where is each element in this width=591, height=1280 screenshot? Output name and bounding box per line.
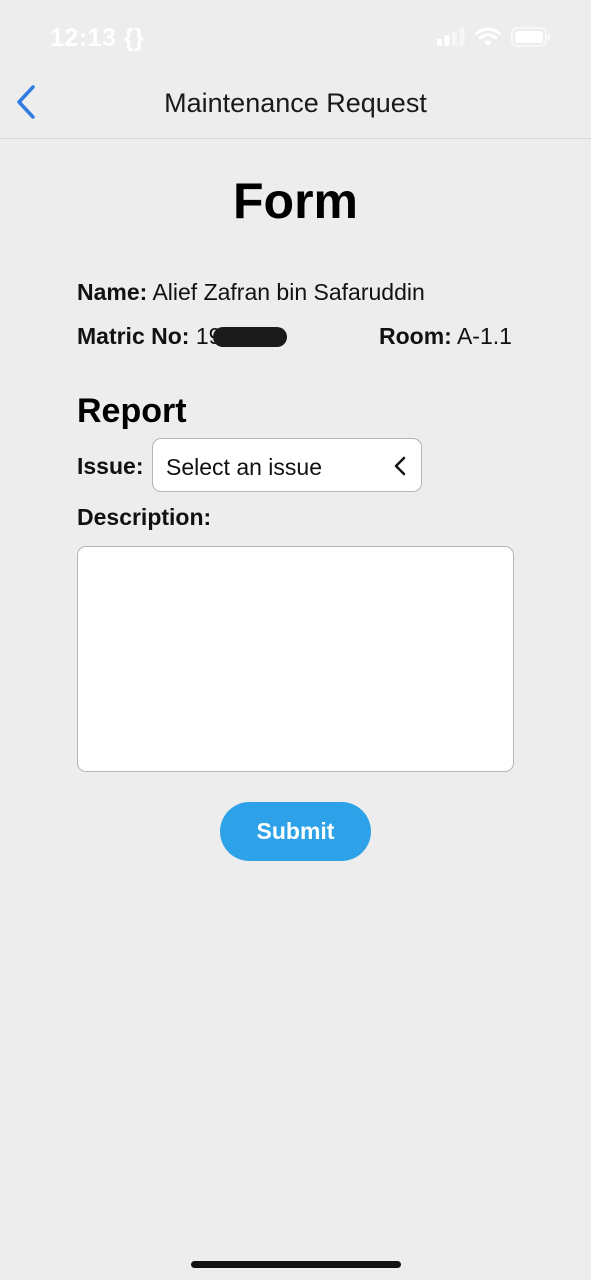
chevron-left-icon bbox=[391, 455, 409, 477]
nav-bar: Maintenance Request bbox=[0, 70, 591, 139]
name-label: Name: bbox=[77, 279, 148, 305]
submit-button[interactable]: Submit bbox=[220, 802, 371, 861]
issue-select[interactable]: Select an issue bbox=[152, 438, 422, 492]
name-row: Name: Alief Zafran bin Safaruddin bbox=[77, 279, 425, 306]
description-field[interactable] bbox=[77, 546, 514, 772]
status-icons bbox=[437, 26, 551, 52]
room-row: Room: A-1.1 bbox=[379, 323, 512, 350]
report-heading: Report bbox=[77, 392, 187, 430]
description-label: Description: bbox=[77, 504, 212, 530]
wifi-icon bbox=[475, 27, 501, 52]
matric-row: Matric No: 19 bbox=[77, 323, 288, 350]
signal-icon bbox=[437, 27, 465, 51]
issue-select-value: Select an issue bbox=[166, 454, 322, 480]
issue-label: Issue: bbox=[77, 453, 144, 479]
room-label: Room: bbox=[379, 323, 452, 349]
home-indicator bbox=[191, 1261, 401, 1268]
redaction-mark bbox=[213, 327, 288, 347]
room-value: A-1.1 bbox=[456, 323, 512, 349]
status-time: 12:13 {} bbox=[50, 24, 145, 52]
page-title: Form bbox=[233, 173, 358, 229]
status-bar: 12:13 {} bbox=[0, 0, 591, 70]
battery-icon bbox=[511, 26, 551, 52]
name-value: Alief Zafran bin Safaruddin bbox=[152, 279, 425, 305]
nav-title: Maintenance Request bbox=[164, 88, 427, 118]
matric-label: Matric No: bbox=[77, 323, 190, 349]
